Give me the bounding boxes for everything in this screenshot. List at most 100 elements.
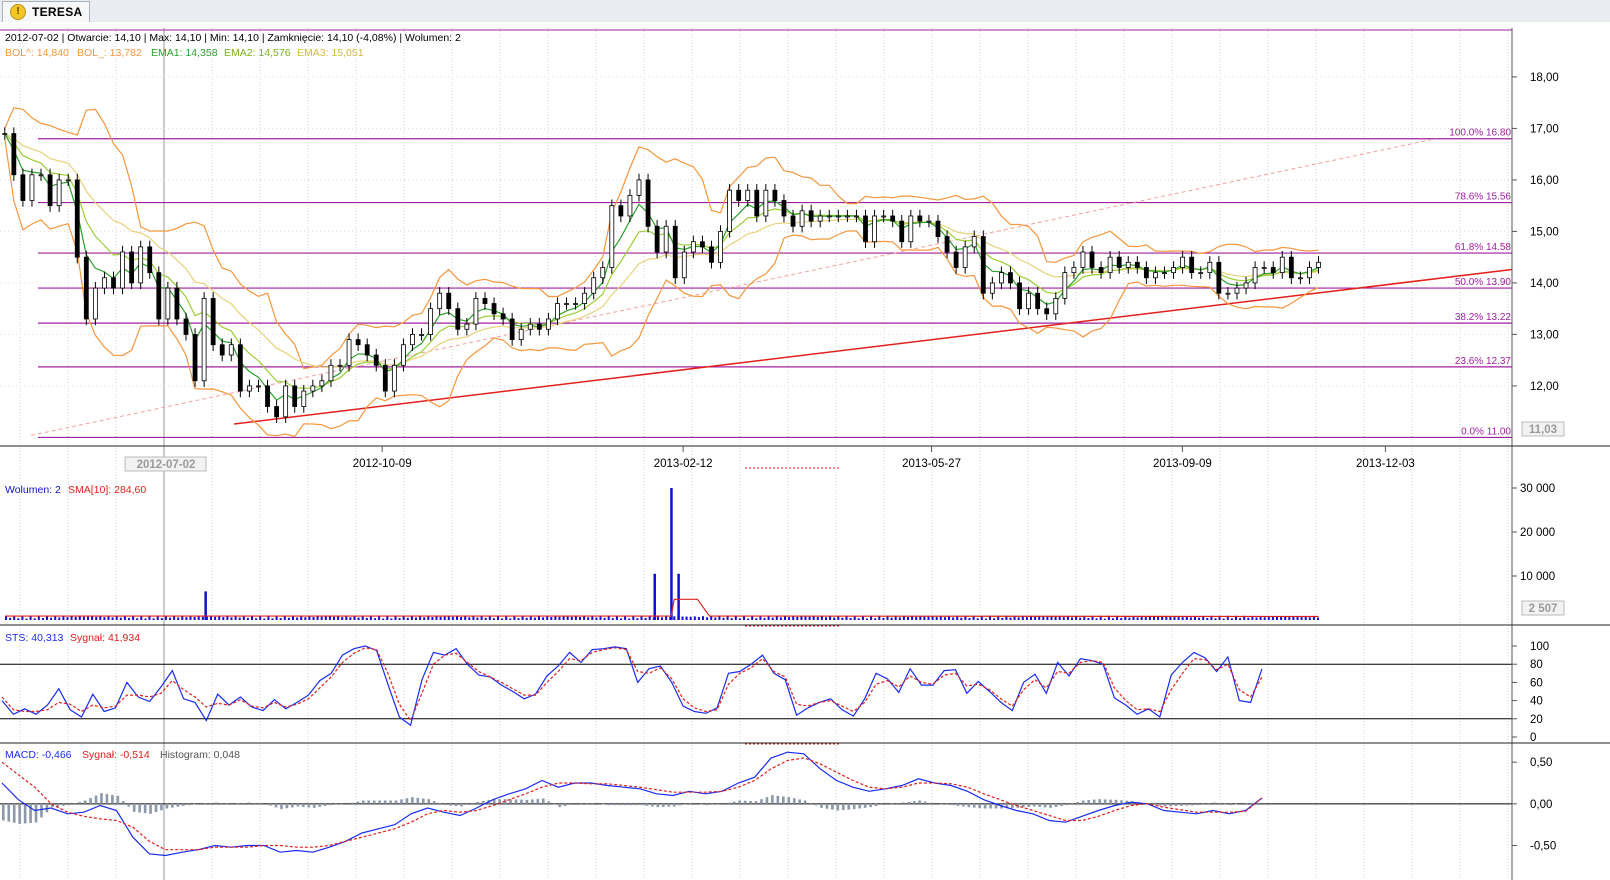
candle-body: [763, 189, 769, 217]
volume-bar: [800, 616, 803, 620]
volume-bar: [570, 616, 573, 620]
volume-bar: [312, 616, 315, 620]
macd-histogram-bar: [122, 801, 125, 804]
macd-histogram-bar: [618, 803, 621, 806]
volume-bar: [333, 616, 335, 620]
macd-histogram-bar: [280, 803, 283, 810]
volume-bar: [628, 618, 631, 620]
candle-body: [926, 220, 932, 223]
volume-bar: [714, 617, 717, 620]
volume-bar: [501, 618, 504, 620]
macd-histogram-bar: [852, 803, 856, 810]
candle-body: [944, 236, 950, 253]
volume-bar: [144, 618, 147, 620]
volume-bar: [550, 617, 553, 620]
volume-bar: [923, 616, 926, 620]
macd-histogram-bar: [400, 799, 403, 804]
volume-bar: [25, 618, 28, 620]
macd-histogram-bar: [842, 803, 845, 811]
macd-histogram-bar: [902, 802, 905, 804]
volume-bar: [784, 616, 786, 620]
volume-bar: [406, 617, 409, 620]
macd-histogram-bar: [307, 803, 311, 808]
macd-histogram-bar: [1076, 802, 1080, 804]
volume-bar: [1222, 618, 1225, 620]
macd-histogram-bar: [1169, 803, 1172, 807]
macd-histogram-bar: [912, 801, 916, 804]
macd-histogram-bar: [1196, 803, 1200, 806]
macd-histogram-bar: [62, 803, 65, 806]
macd-histogram-bar: [1212, 802, 1216, 804]
y-tick-label: 18,00: [1530, 72, 1559, 84]
candle-body: [989, 282, 995, 294]
y-tick-label: 13,00: [1530, 329, 1559, 341]
macd-histogram-bar: [291, 803, 294, 808]
volume-bar: [119, 617, 122, 620]
volume-bar: [341, 617, 344, 620]
candle-body: [165, 287, 171, 320]
volume-bar: [825, 617, 827, 620]
candle-body: [1234, 287, 1240, 294]
volume-bar: [574, 616, 577, 620]
macd-histogram-bar: [825, 803, 829, 809]
macd-histogram-bar: [89, 798, 92, 804]
candle-body: [38, 174, 44, 177]
volume-bar: [898, 617, 901, 620]
macd-tick-label: -0,50: [1530, 841, 1556, 853]
volume-spike: [653, 573, 656, 620]
fib-level-label: 100.0% 16.80: [1449, 128, 1511, 139]
candle-body: [410, 334, 415, 346]
candle-body: [663, 225, 669, 253]
volume-bar: [201, 616, 204, 620]
macd-histogram-bar: [372, 800, 376, 804]
candle-body: [328, 364, 334, 382]
candle-body: [754, 189, 760, 217]
stock-chart[interactable]: 100.0% 16.80 78.6% 15.56 61.8% 14.58 50.0% …: [0, 0, 1610, 880]
cursor-volume-label: 2 507: [1529, 603, 1558, 615]
volume-bar: [841, 617, 844, 620]
candle-body: [1080, 251, 1086, 268]
volume-bar: [927, 616, 930, 620]
candle-body: [491, 303, 497, 315]
candle-body: [156, 272, 162, 320]
macd-histogram-bar: [962, 803, 965, 807]
volume-bar: [1153, 616, 1155, 620]
macd-histogram-bar: [907, 801, 911, 804]
volume-bar: [300, 616, 303, 620]
candle-body: [319, 380, 325, 387]
volume-bar: [308, 616, 311, 620]
macd-histogram-bar: [782, 796, 785, 804]
macd-histogram-bar: [863, 803, 867, 808]
volume-bar: [1189, 617, 1192, 620]
candle-body: [844, 215, 850, 218]
volume-bar: [644, 617, 647, 620]
volume-bar: [1214, 618, 1217, 620]
ema1-label: EMA1: 14,358: [151, 47, 218, 59]
macd-histogram-bar: [983, 803, 987, 809]
macd-histogram-bar: [296, 803, 300, 807]
ema2-label: EMA2: 14,576: [224, 47, 291, 59]
candle-body: [645, 179, 651, 227]
macd-histogram-bar: [923, 801, 927, 804]
candle-body: [971, 236, 977, 248]
volume-bar: [263, 618, 266, 620]
volume-bar: [583, 616, 586, 620]
volume-bar: [443, 616, 446, 620]
candle-body: [265, 385, 270, 407]
volume-sma-label: SMA[10]: 284,60: [68, 484, 146, 496]
candle-body: [47, 174, 53, 207]
candle-body: [92, 287, 98, 320]
volume-bar: [95, 616, 98, 620]
volume-bar: [1038, 616, 1041, 620]
volume-bar: [976, 618, 979, 620]
candle-body: [247, 385, 252, 392]
volume-bar: [1300, 617, 1303, 620]
candle-body: [1143, 267, 1149, 279]
volume-bar: [181, 616, 184, 620]
volume-bar: [533, 617, 536, 620]
macd-histogram-bar: [880, 803, 883, 805]
macd-histogram-bar: [536, 798, 540, 804]
volume-bar: [603, 617, 606, 620]
macd-histogram-bar: [329, 803, 332, 806]
volume-bar: [1206, 617, 1209, 620]
